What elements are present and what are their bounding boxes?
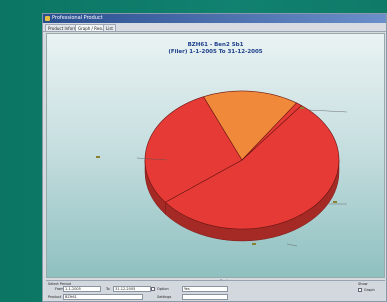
option-checkbox[interactable] (151, 287, 155, 291)
option-select[interactable]: Yes (182, 286, 228, 292)
chart-area: BZH61 - Ben2 Sb1 (Filer) 1-1-2005 To 31-… (46, 33, 385, 283)
application-window: Professional Product Product Information… (42, 13, 387, 302)
leader-line (308, 109, 348, 113)
product-select[interactable]: BZH61 (63, 294, 143, 300)
app-icon (45, 16, 50, 21)
slice-label-4 (252, 243, 256, 245)
to-date-field[interactable]: 31-12-2005 (113, 286, 151, 292)
tab-list[interactable]: List (103, 24, 116, 31)
slice-label-2 (96, 156, 100, 158)
tab-bar: Product Information Graph / Result List (43, 23, 386, 32)
from-date-field[interactable]: 1-1-2005 (63, 286, 101, 292)
to-label: To (106, 287, 110, 291)
product-label: Product (48, 295, 62, 299)
graph-checkbox[interactable] (358, 288, 362, 292)
settings-label: Settings (157, 295, 172, 299)
filter-panel: Select Period From 1-1-2005 To 31-12-200… (46, 280, 385, 301)
window-title: Professional Product (52, 15, 103, 21)
leader-line (286, 243, 298, 247)
title-bar: Professional Product (43, 14, 386, 23)
settings-field[interactable] (182, 294, 228, 300)
option-label: Option (157, 287, 169, 291)
show-label: Show (358, 282, 368, 286)
slice-label-3 (333, 201, 337, 203)
slice-label-1 (300, 107, 304, 109)
graph-option-label: Graph (364, 288, 375, 292)
